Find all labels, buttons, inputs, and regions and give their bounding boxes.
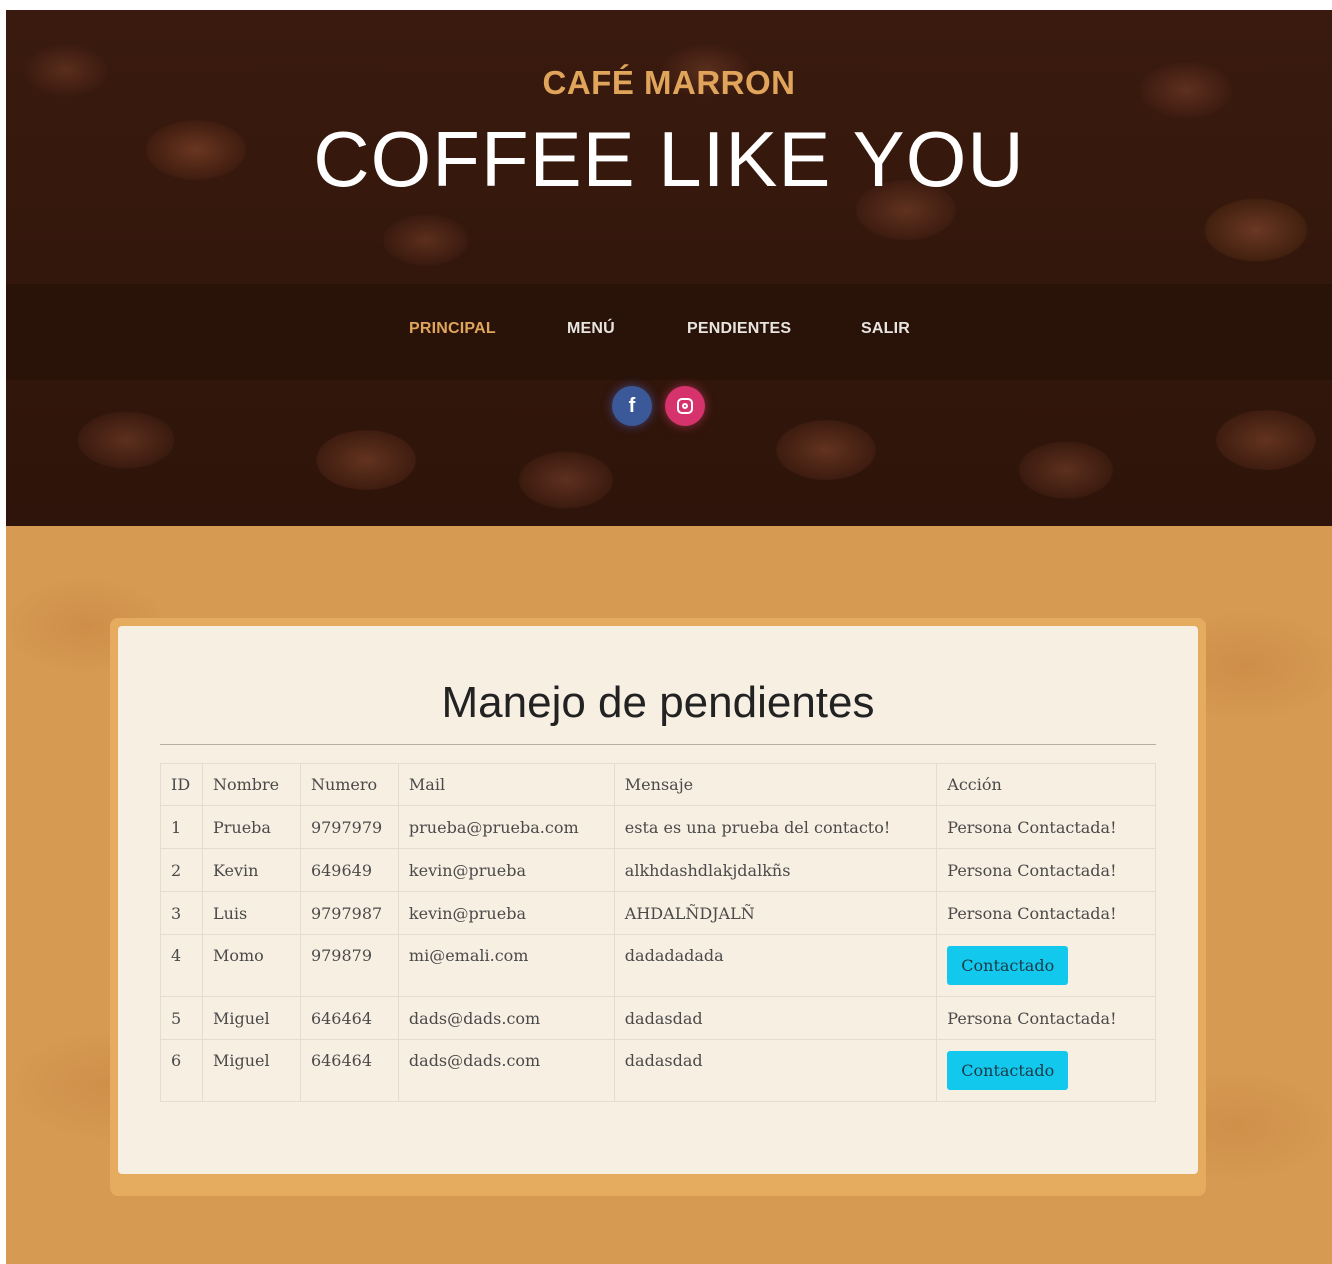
cell-accion-status: Persona Contactada!	[936, 805, 1156, 849]
cell-accion: Contactado	[936, 934, 1156, 997]
cell-numero: 9797987	[299, 891, 399, 935]
main-navbar: PRINCIPAL MENÚ PENDIENTES SALIR	[6, 284, 1332, 380]
nav-item-menu[interactable]: MENÚ	[567, 320, 615, 338]
contactado-button[interactable]: Contactado	[947, 1051, 1069, 1090]
cell-numero: 649649	[299, 848, 399, 892]
facebook-glyph: f	[628, 394, 636, 417]
cell-numero: 979879	[299, 934, 399, 997]
cell-mensaje: esta es una prueba del contacto!	[613, 805, 938, 849]
cell-numero: 646464	[299, 1039, 399, 1102]
cell-id: 5	[160, 996, 203, 1040]
cell-mensaje: AHDALÑDJALÑ	[613, 891, 938, 935]
pending-card: Manejo de pendientes ID Nombre Numero Ma…	[118, 626, 1198, 1174]
page-title: Manejo de pendientes	[441, 678, 875, 727]
header-id: ID	[160, 763, 203, 806]
table-row: 6 Miguel 646464 dads@dads.com dadasdad C…	[160, 1039, 1156, 1102]
cell-id: 1	[160, 805, 203, 849]
cell-nombre: Miguel	[201, 1039, 301, 1102]
table-row: 1 Prueba 9797979 prueba@prueba.com esta …	[160, 805, 1156, 849]
cell-mensaje: dadasdad	[613, 996, 938, 1040]
table-row: 2 Kevin 649649 kevin@prueba alkhdashdlak…	[160, 848, 1156, 892]
cell-mensaje: dadasdad	[613, 1039, 938, 1102]
cell-accion-status: Persona Contactada!	[936, 891, 1156, 935]
cell-nombre: Kevin	[201, 848, 301, 892]
cell-mail: mi@emali.com	[397, 934, 615, 997]
brand-subtitle: CAFÉ MARRON	[542, 64, 796, 101]
contactado-button[interactable]: Contactado	[947, 946, 1069, 985]
cell-mensaje: dadadadada	[613, 934, 938, 997]
header-accion: Acción	[936, 763, 1156, 806]
cell-id: 4	[160, 934, 203, 997]
instagram-glyph	[677, 398, 693, 414]
cell-mensaje: alkhdashdlakjdalkñs	[613, 848, 938, 892]
header-numero: Numero	[299, 763, 399, 806]
pending-table: ID Nombre Numero Mail Mensaje Acción 1 P…	[160, 763, 1156, 1102]
header-nombre: Nombre	[201, 763, 301, 806]
cell-mail: prueba@prueba.com	[397, 805, 615, 849]
content-area: Manejo de pendientes ID Nombre Numero Ma…	[6, 526, 1332, 1264]
cell-mail: kevin@prueba	[397, 848, 615, 892]
table-row: 4 Momo 979879 mi@emali.com dadadadada Co…	[160, 934, 1156, 997]
nav-item-pendientes[interactable]: PENDIENTES	[687, 320, 791, 338]
instagram-icon[interactable]	[665, 386, 705, 426]
cell-numero: 646464	[299, 996, 399, 1040]
card-border: Manejo de pendientes ID Nombre Numero Ma…	[110, 618, 1206, 1196]
facebook-icon[interactable]: f	[612, 386, 652, 426]
nav-item-salir[interactable]: SALIR	[861, 320, 910, 338]
cell-mail: dads@dads.com	[397, 1039, 615, 1102]
title-divider	[160, 744, 1156, 745]
page-frame: CAFÉ MARRON COFFEE LIKE YOU PRINCIPAL ME…	[6, 10, 1332, 1264]
cell-nombre: Luis	[201, 891, 301, 935]
header-mensaje: Mensaje	[613, 763, 938, 806]
cell-accion: Contactado	[936, 1039, 1156, 1102]
cell-id: 2	[160, 848, 203, 892]
table-header-row: ID Nombre Numero Mail Mensaje Acción	[160, 763, 1156, 806]
cell-id: 3	[160, 891, 203, 935]
nav-item-principal[interactable]: PRINCIPAL	[409, 320, 496, 338]
header-mail: Mail	[397, 763, 615, 806]
cell-nombre: Miguel	[201, 996, 301, 1040]
cell-mail: kevin@prueba	[397, 891, 615, 935]
cell-accion-status: Persona Contactada!	[936, 848, 1156, 892]
cell-numero: 9797979	[299, 805, 399, 849]
hero-header: CAFÉ MARRON COFFEE LIKE YOU PRINCIPAL ME…	[6, 10, 1332, 526]
table-row: 5 Miguel 646464 dads@dads.com dadasdad P…	[160, 996, 1156, 1040]
cell-nombre: Prueba	[201, 805, 301, 849]
brand-title: COFFEE LIKE YOU	[313, 115, 1025, 203]
nav-list: PRINCIPAL MENÚ PENDIENTES SALIR	[6, 284, 1332, 380]
table-row: 3 Luis 9797987 kevin@prueba AHDALÑDJALÑ …	[160, 891, 1156, 935]
cell-accion-status: Persona Contactada!	[936, 996, 1156, 1040]
cell-nombre: Momo	[201, 934, 301, 997]
cell-mail: dads@dads.com	[397, 996, 615, 1040]
cell-id: 6	[160, 1039, 203, 1102]
